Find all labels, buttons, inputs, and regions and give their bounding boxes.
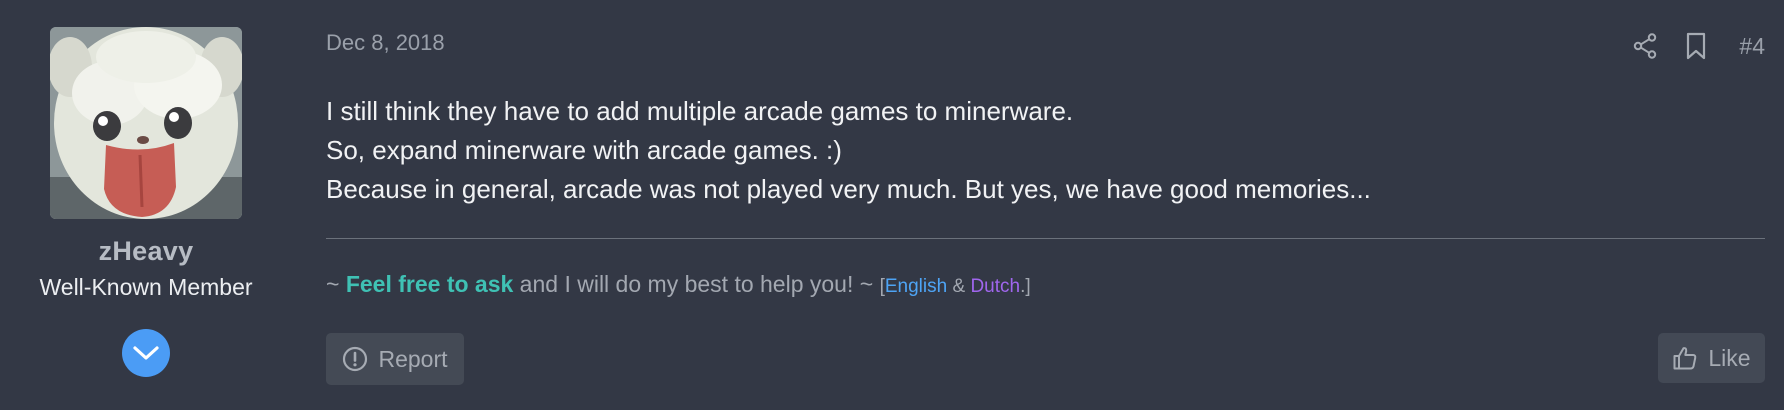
report-label: Report <box>378 345 448 372</box>
signature-divider <box>326 238 1765 239</box>
post-date[interactable]: Dec 8, 2018 <box>326 30 445 56</box>
thumbs-up-icon <box>1673 347 1697 370</box>
expand-user-info-button[interactable] <box>122 329 170 377</box>
chevron-down-icon <box>133 346 159 360</box>
post-line: I still think they have to add multiple … <box>326 96 1074 126</box>
like-button[interactable]: Like <box>1658 333 1765 383</box>
share-icon[interactable] <box>1633 33 1657 59</box>
post-line: Because in general, arcade was not playe… <box>326 174 1371 204</box>
post-body: I still think they have to add multiple … <box>326 92 1371 209</box>
signature-bracket-close: .] <box>1020 276 1031 297</box>
signature-english-link[interactable]: English <box>885 276 947 297</box>
user-title: Well-Known Member <box>39 274 253 300</box>
post-line: So, expand minerware with arcade games. … <box>326 135 842 165</box>
signature-ask-link[interactable]: Feel free to ask <box>346 271 513 297</box>
report-button[interactable]: Report <box>326 333 464 385</box>
signature-middle: and I will do my best to help you! ~ <box>513 271 880 297</box>
signature-prefix: ~ <box>326 271 346 297</box>
avatar-image <box>50 27 242 219</box>
avatar[interactable] <box>50 27 242 219</box>
exclamation-circle-icon <box>343 346 368 372</box>
user-info-panel: zHeavy Well-Known Member <box>0 0 292 410</box>
username[interactable]: zHeavy <box>0 236 292 267</box>
signature: ~ Feel free to ask and I will do my best… <box>326 271 1031 298</box>
signature-dutch-link[interactable]: Dutch <box>970 276 1020 297</box>
like-label: Like <box>1708 344 1751 371</box>
post-number[interactable]: #4 <box>1739 33 1765 60</box>
bookmark-icon[interactable] <box>1685 32 1707 60</box>
post-content: Dec 8, 2018 #4 I still think they have t… <box>326 0 1765 410</box>
post-actions: #4 <box>1633 32 1765 60</box>
signature-amp: & <box>947 276 971 297</box>
